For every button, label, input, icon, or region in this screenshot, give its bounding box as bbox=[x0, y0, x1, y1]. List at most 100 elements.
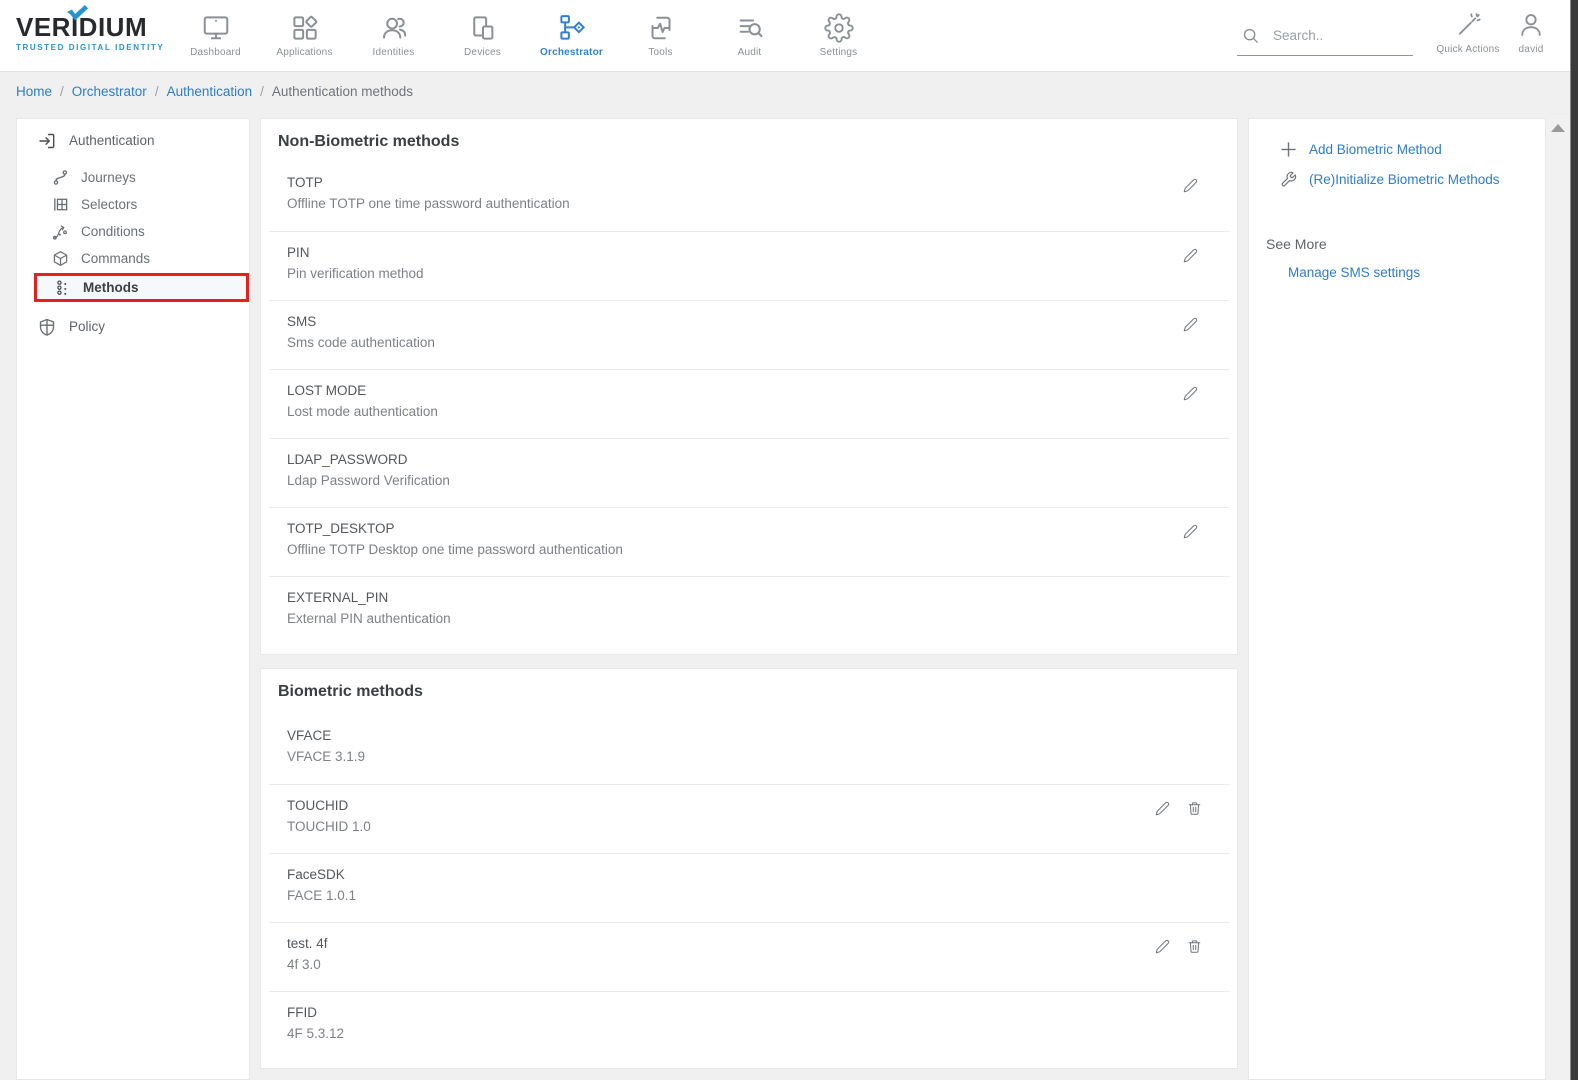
method-row-vface: VFACE VFACE 3.1.9 bbox=[269, 715, 1229, 784]
method-name: VFACE bbox=[287, 728, 1229, 743]
selectors-icon bbox=[52, 196, 69, 213]
search-box[interactable] bbox=[1237, 22, 1413, 56]
journeys-icon bbox=[52, 169, 69, 186]
identities-icon bbox=[379, 7, 409, 43]
nav-item-tools[interactable]: Tools bbox=[616, 7, 705, 58]
method-name: test. 4f bbox=[287, 936, 1229, 951]
method-version: TOUCHID 1.0 bbox=[287, 819, 1229, 834]
shield-icon bbox=[38, 318, 56, 336]
sidebar-item-selectors[interactable]: Selectors bbox=[17, 191, 249, 218]
edit-method-button[interactable] bbox=[1177, 243, 1203, 267]
section-title: Non-Biometric methods bbox=[261, 119, 1237, 162]
breadcrumb: Home / Orchestrator / Authentication / A… bbox=[16, 84, 413, 99]
login-icon bbox=[38, 132, 56, 150]
user-name-label: david bbox=[1519, 44, 1544, 55]
quick-actions-button[interactable]: Quick Actions bbox=[1436, 11, 1500, 55]
method-name: LOST MODE bbox=[287, 383, 1229, 398]
reinitialize-biometric-methods-button[interactable]: (Re)Initialize Biometric Methods bbox=[1280, 171, 1545, 188]
sidebar-item-policy[interactable]: Policy bbox=[17, 310, 249, 343]
settings-icon bbox=[824, 7, 854, 43]
method-row-ffid: FFID 4F 5.3.12 bbox=[269, 991, 1229, 1060]
method-row-pin: PIN Pin verification method bbox=[269, 231, 1229, 300]
logo-checkmark-icon bbox=[67, 5, 89, 21]
sidebar-item-label: Methods bbox=[83, 280, 139, 295]
search-icon bbox=[1241, 26, 1261, 46]
applications-icon bbox=[290, 7, 320, 43]
method-description: Lost mode authentication bbox=[287, 404, 1229, 419]
edit-method-button[interactable] bbox=[1177, 173, 1203, 197]
nav-label: Dashboard bbox=[190, 47, 241, 58]
search-input[interactable] bbox=[1273, 28, 1403, 43]
orchestrator-icon bbox=[557, 7, 587, 43]
method-description: Pin verification method bbox=[287, 266, 1229, 281]
quick-actions-label: Quick Actions bbox=[1436, 44, 1499, 55]
breadcrumb-link-authentication[interactable]: Authentication bbox=[167, 84, 253, 99]
nav-label: Applications bbox=[276, 47, 332, 58]
dashboard-icon bbox=[201, 7, 231, 43]
delete-method-button[interactable] bbox=[1181, 796, 1207, 820]
edit-method-button[interactable] bbox=[1177, 519, 1203, 543]
method-description: Offline TOTP one time password authentic… bbox=[287, 196, 1229, 211]
method-name: FaceSDK bbox=[287, 867, 1229, 882]
delete-method-button[interactable] bbox=[1181, 934, 1207, 958]
nav-label: Settings bbox=[820, 47, 858, 58]
left-sidebar: Authentication Journeys Selectors bbox=[16, 118, 250, 1080]
sidebar-item-label: Selectors bbox=[81, 197, 137, 212]
nav-item-orchestrator[interactable]: Orchestrator bbox=[527, 7, 616, 58]
manage-sms-settings-link[interactable]: Manage SMS settings bbox=[1288, 265, 1545, 280]
veridium-logo[interactable]: VERIDIUM TRUSTED DIGITAL IDENTITY bbox=[16, 12, 166, 52]
sidebar-item-methods[interactable]: Methods bbox=[34, 273, 249, 302]
nav-label: Orchestrator bbox=[540, 47, 603, 58]
method-name: TOTP_DESKTOP bbox=[287, 521, 1229, 536]
edit-method-button[interactable] bbox=[1149, 934, 1175, 958]
conditions-icon bbox=[52, 223, 69, 240]
nav-item-identities[interactable]: Identities bbox=[349, 7, 438, 58]
veridium-admin-page: { "brand": { "name": "VERIDIUM", "taglin… bbox=[0, 0, 1578, 1080]
add-biometric-method-label: Add Biometric Method bbox=[1309, 142, 1442, 157]
nav-item-devices[interactable]: Devices bbox=[438, 7, 527, 58]
method-name: TOTP bbox=[287, 175, 1229, 190]
plus-icon bbox=[1280, 141, 1297, 158]
method-version: 4f 3.0 bbox=[287, 957, 1229, 972]
scrollbar-track[interactable] bbox=[1546, 118, 1570, 1080]
nav-label: Identities bbox=[372, 47, 414, 58]
method-row-totp-desktop: TOTP_DESKTOP Offline TOTP Desktop one ti… bbox=[269, 507, 1229, 576]
nav-item-audit[interactable]: Audit bbox=[705, 7, 794, 58]
sidebar-item-journeys[interactable]: Journeys bbox=[17, 164, 249, 191]
edit-method-button[interactable] bbox=[1177, 381, 1203, 405]
method-description: Ldap Password Verification bbox=[287, 473, 1229, 488]
see-more-heading: See More bbox=[1266, 236, 1545, 252]
magic-wand-icon bbox=[1454, 11, 1482, 39]
nav-label: Tools bbox=[648, 47, 672, 58]
nav-item-settings[interactable]: Settings bbox=[794, 7, 883, 58]
biometric-methods-card: Biometric methods VFACE VFACE 3.1.9 TOUC… bbox=[260, 668, 1238, 1069]
sidebar-item-label: Journeys bbox=[81, 170, 136, 185]
wrench-icon bbox=[1280, 171, 1297, 188]
breadcrumb-separator: / bbox=[155, 84, 159, 99]
method-name: SMS bbox=[287, 314, 1229, 329]
user-avatar-icon bbox=[1517, 11, 1545, 39]
edit-method-button[interactable] bbox=[1177, 312, 1203, 336]
audit-icon bbox=[735, 7, 765, 43]
breadcrumb-link-orchestrator[interactable]: Orchestrator bbox=[72, 84, 147, 99]
top-header: VERIDIUM TRUSTED DIGITAL IDENTITY Dashbo… bbox=[0, 0, 1570, 72]
sidebar-item-authentication[interactable]: Authentication bbox=[17, 124, 249, 157]
method-description: Sms code authentication bbox=[287, 335, 1229, 350]
method-name: PIN bbox=[287, 245, 1229, 260]
breadcrumb-current: Authentication methods bbox=[272, 84, 413, 99]
sidebar-item-commands[interactable]: Commands bbox=[17, 245, 249, 272]
devices-icon bbox=[468, 7, 498, 43]
logo-text: VERIDIUM bbox=[16, 12, 166, 43]
scrollbar-up-arrow[interactable] bbox=[1551, 124, 1565, 132]
sidebar-item-conditions[interactable]: Conditions bbox=[17, 218, 249, 245]
nav-item-applications[interactable]: Applications bbox=[260, 7, 349, 58]
sidebar-item-label: Policy bbox=[69, 319, 105, 334]
edit-method-button[interactable] bbox=[1149, 796, 1175, 820]
nav-label: Audit bbox=[738, 47, 762, 58]
method-name: FFID bbox=[287, 1005, 1229, 1020]
method-version: FACE 1.0.1 bbox=[287, 888, 1229, 903]
add-biometric-method-button[interactable]: Add Biometric Method bbox=[1280, 141, 1545, 158]
user-menu[interactable]: david bbox=[1505, 11, 1557, 55]
breadcrumb-link-home[interactable]: Home bbox=[16, 84, 52, 99]
nav-item-dashboard[interactable]: Dashboard bbox=[171, 7, 260, 58]
